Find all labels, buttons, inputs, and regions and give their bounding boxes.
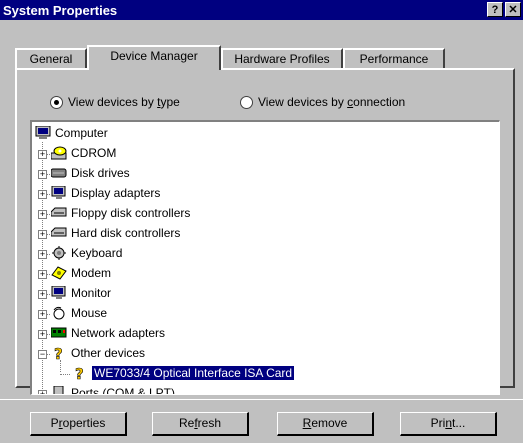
tree-line bbox=[60, 360, 61, 372]
hdd-controller-icon bbox=[51, 227, 67, 237]
expand-icon[interactable]: + bbox=[38, 250, 47, 259]
monitor-icon bbox=[51, 286, 66, 299]
close-button[interactable]: ✕ bbox=[505, 2, 521, 17]
radio-label: View devices by connection bbox=[258, 95, 406, 109]
title-bar: System Properties ? ✕ bbox=[0, 0, 523, 20]
monitor-icon bbox=[51, 186, 66, 199]
radio-dot[interactable] bbox=[50, 96, 63, 109]
tab-label: Device Manager bbox=[110, 49, 198, 63]
expand-icon[interactable]: + bbox=[38, 390, 47, 394]
question-icon: ? bbox=[54, 346, 63, 360]
port-icon bbox=[53, 386, 64, 394]
radio-label: View devices by type bbox=[68, 95, 180, 109]
help-button[interactable]: ? bbox=[487, 2, 503, 17]
floppy-controller-icon bbox=[51, 207, 67, 217]
expand-icon[interactable]: + bbox=[38, 330, 47, 339]
refresh-button[interactable]: Refresh bbox=[152, 412, 249, 436]
expand-icon[interactable]: + bbox=[38, 230, 47, 239]
tab-device-manager[interactable]: Device Manager bbox=[87, 45, 221, 70]
button-bar: Properties Refresh Remove Print... bbox=[0, 399, 523, 443]
computer-icon bbox=[35, 126, 51, 139]
expand-icon[interactable]: + bbox=[38, 290, 47, 299]
tab-label: Performance bbox=[359, 52, 429, 66]
expand-icon[interactable]: + bbox=[38, 150, 47, 159]
svg-text:?: ? bbox=[75, 366, 84, 380]
properties-button[interactable]: Properties bbox=[30, 412, 127, 436]
tab-label: General bbox=[29, 52, 73, 66]
device-tree[interactable]: Computer + CDROM + Disk drives + Display… bbox=[30, 120, 500, 395]
tab-hardware-profiles[interactable]: Hardware Profiles bbox=[221, 48, 343, 68]
disk-drive-icon bbox=[51, 168, 67, 178]
svg-text:?: ? bbox=[54, 346, 63, 360]
question-icon: ? bbox=[75, 366, 84, 380]
tab-general[interactable]: General bbox=[15, 48, 87, 68]
collapse-icon[interactable]: − bbox=[38, 350, 47, 359]
modem-icon bbox=[51, 266, 67, 280]
tab-label: Hardware Profiles bbox=[234, 52, 330, 66]
expand-icon[interactable]: + bbox=[38, 210, 47, 219]
window-title: System Properties bbox=[3, 3, 118, 18]
keyboard-icon bbox=[52, 246, 66, 260]
expand-icon[interactable]: + bbox=[38, 170, 47, 179]
radio-dot[interactable] bbox=[240, 96, 253, 109]
expand-icon[interactable]: + bbox=[38, 270, 47, 279]
tab-performance[interactable]: Performance bbox=[343, 48, 445, 68]
mouse-icon bbox=[53, 306, 65, 320]
expand-icon[interactable]: + bbox=[38, 190, 47, 199]
expand-icon[interactable]: + bbox=[38, 310, 47, 319]
remove-button[interactable]: Remove bbox=[277, 412, 374, 436]
print-button[interactable]: Print... bbox=[400, 412, 497, 436]
network-adapter-icon bbox=[51, 327, 67, 338]
cdrom-icon bbox=[51, 146, 67, 160]
